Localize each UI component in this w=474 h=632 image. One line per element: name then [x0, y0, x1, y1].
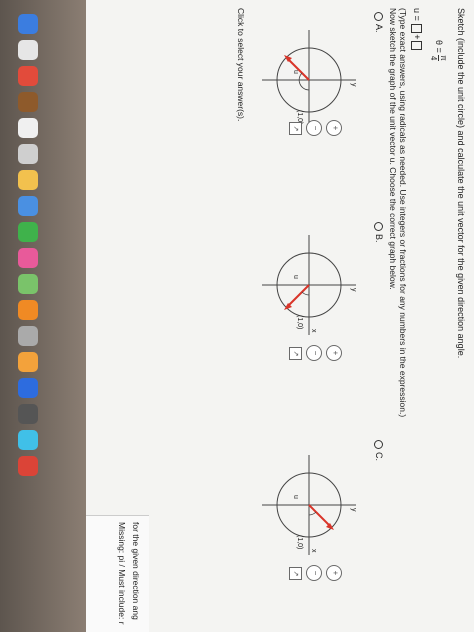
calendar-icon[interactable] [18, 118, 38, 138]
theta-expression: θ = π 4 [429, 40, 448, 61]
option-b[interactable]: B. [373, 222, 384, 243]
tick-label: (1,0) [296, 535, 303, 549]
x-axis-label: x [310, 549, 317, 553]
theta-fraction: π 4 [429, 55, 448, 61]
popout-icon[interactable]: ↗ [289, 567, 302, 580]
option-b-label: B. [374, 234, 384, 243]
side-line-1: for the given direction ang [131, 522, 141, 620]
y-axis-label: y [350, 83, 357, 87]
sketch-text: Now sketch the graph of the unit vector … [388, 8, 398, 290]
tick-label: (1,0) [296, 315, 303, 329]
answer-box-1[interactable] [410, 24, 422, 34]
zoom-out-icon[interactable]: − [306, 120, 322, 136]
radio-a[interactable] [373, 12, 383, 21]
theta-denominator: 4 [429, 55, 438, 61]
instruction-text: Sketch (include the unit circle) and cal… [456, 8, 466, 359]
plus-sign: + [412, 34, 422, 40]
maps-icon[interactable] [18, 430, 38, 450]
x-axis-label: x [310, 329, 317, 333]
side-line-2: Missing: pi / Must include: r [117, 522, 127, 625]
option-a-label: A. [374, 24, 384, 33]
numbers-icon[interactable] [18, 274, 38, 294]
u-answer-row: u = + [410, 8, 422, 51]
safari-icon[interactable] [18, 40, 38, 60]
chrome-icon[interactable] [18, 66, 38, 86]
u-label: u = [412, 8, 422, 21]
app-store-icon[interactable] [18, 378, 38, 398]
google-icon[interactable] [18, 456, 38, 476]
theta-numerator: π [438, 55, 448, 61]
popout-icon[interactable]: ↗ [289, 347, 302, 360]
notes-icon[interactable] [18, 92, 38, 112]
photo-frame: Sketch (include the unit circle) and cal… [0, 0, 474, 632]
keynote-icon[interactable] [18, 300, 38, 320]
graph-b: y x (1,0) u [262, 235, 357, 335]
vector-label: u [292, 275, 299, 279]
option-c-label: C. [374, 452, 384, 461]
contacts-icon[interactable] [18, 144, 38, 164]
facetime-icon[interactable] [18, 222, 38, 242]
option-a[interactable]: A. [373, 12, 384, 33]
zoom-in-icon[interactable]: + [326, 120, 342, 136]
answer-box-2[interactable] [410, 40, 422, 50]
vlc-icon[interactable] [18, 352, 38, 372]
zoom-in-icon[interactable]: + [326, 565, 342, 581]
popout-icon[interactable]: ↗ [289, 122, 302, 135]
itunes-icon[interactable] [18, 248, 38, 268]
zoom-out-icon[interactable]: − [306, 345, 322, 361]
photos-icon[interactable] [18, 170, 38, 190]
option-c[interactable]: C. [373, 440, 384, 461]
finder-icon[interactable] [18, 14, 38, 34]
radio-b[interactable] [373, 222, 383, 231]
theta-label: θ = [434, 40, 445, 53]
hint-text: (Type exact answers, using radicals as n… [398, 8, 408, 418]
downloads-icon[interactable] [18, 404, 38, 424]
screen: Sketch (include the unit circle) and cal… [0, 0, 474, 632]
system-prefs-icon[interactable] [18, 326, 38, 346]
zoom-in-icon[interactable]: + [326, 345, 342, 361]
radio-c[interactable] [373, 440, 383, 449]
side-panel: for the given direction ang Missing: pi … [84, 515, 149, 632]
graph-c: y x (1,0) u [262, 455, 357, 555]
dock [0, 0, 86, 632]
vector-label: u [292, 495, 299, 499]
y-axis-label: y [350, 288, 357, 292]
messages-icon[interactable] [18, 196, 38, 216]
zoom-out-icon[interactable]: − [306, 565, 322, 581]
click-hint: Click to select your answer(s). [236, 8, 246, 122]
y-axis-label: y [350, 508, 357, 512]
vector-label: u [292, 70, 299, 74]
